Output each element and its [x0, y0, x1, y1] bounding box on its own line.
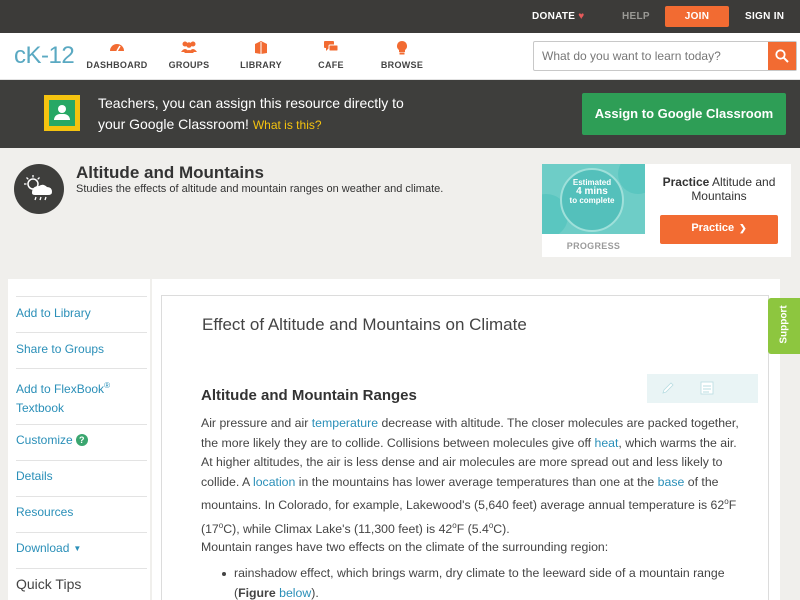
- help-link[interactable]: HELP: [622, 0, 650, 33]
- browse-icon: [367, 40, 437, 58]
- search-box: [533, 41, 797, 71]
- customize-label: Customize: [16, 433, 73, 447]
- list-item: rainshadow effect, which brings warm, dr…: [222, 564, 732, 600]
- article-tools: [647, 374, 758, 403]
- main-navigation: cK-12 DASHBOARD GROUPS LIBRARY CAFE BROW…: [0, 33, 800, 80]
- customize-link[interactable]: Customize?: [16, 431, 146, 450]
- bullet-dot: [222, 572, 226, 576]
- details-link[interactable]: Details: [16, 467, 146, 486]
- classroom-message-line1: Teachers, you can assign this resource d…: [98, 95, 404, 111]
- textbook-label: Textbook: [16, 401, 65, 415]
- nav-label: LIBRARY: [240, 60, 282, 70]
- nav-label: BROWSE: [380, 60, 424, 70]
- practice-button[interactable]: Practice ❯: [660, 215, 778, 244]
- download-link[interactable]: Download ▼: [16, 539, 146, 558]
- share-to-groups-link[interactable]: Share to Groups: [16, 340, 146, 359]
- estimated-time: Estimated 4 mins to complete: [562, 178, 622, 205]
- cafe-icon: [296, 40, 366, 58]
- classroom-message-line2: your Google Classroom!: [98, 116, 249, 132]
- concept-title: Altitude and Mountains: [76, 163, 264, 182]
- nav-label: CAFE: [318, 60, 344, 70]
- article-paragraph-1: Air pressure and air temperature decreas…: [201, 416, 739, 537]
- registered-mark: ®: [104, 381, 110, 390]
- logo-text: cK-12: [14, 42, 75, 69]
- chevron-right-icon: ❯: [739, 223, 747, 233]
- heat-link[interactable]: heat: [594, 436, 618, 450]
- search-button[interactable]: [768, 42, 796, 70]
- search-icon: [775, 49, 789, 63]
- what-is-this-link[interactable]: What is this?: [253, 118, 322, 132]
- practice-title-prefix: Practice: [662, 175, 710, 189]
- weather-icon: [14, 164, 64, 214]
- nav-browse[interactable]: BROWSE: [367, 40, 437, 70]
- quick-tips-heading[interactable]: Quick Tips: [16, 576, 81, 592]
- add-to-flexbook-link[interactable]: Add to FlexBook® Textbook: [16, 376, 146, 418]
- estimated-mins: 4 mins: [576, 186, 608, 197]
- google-classroom-icon: [44, 95, 80, 131]
- heart-icon: ♥: [578, 11, 585, 22]
- nav-groups[interactable]: GROUPS: [154, 40, 224, 70]
- resources-link[interactable]: Resources: [16, 503, 146, 522]
- donate-link[interactable]: DONATE ♥: [532, 0, 585, 33]
- left-sidebar: Add to Library Share to Groups Add to Fl…: [8, 279, 150, 600]
- sign-in-link[interactable]: SIGN IN: [745, 0, 784, 33]
- estimated-suffix: to complete: [569, 196, 615, 205]
- section-heading: Altitude and Mountain Ranges: [201, 387, 417, 404]
- download-label: Download: [16, 541, 70, 555]
- practice-card: Estimated 4 mins to complete PROGRESS Pr…: [542, 164, 791, 257]
- nav-label: DASHBOARD: [86, 60, 148, 70]
- nav-cafe[interactable]: CAFE: [296, 40, 366, 70]
- add-to-flexbook-label: Add to FlexBook: [16, 382, 105, 396]
- library-icon: [226, 40, 296, 58]
- add-to-library-link[interactable]: Add to Library: [16, 304, 146, 323]
- article-paragraph-2: Mountain ranges have two effects on the …: [201, 540, 609, 554]
- practice-button-label: Practice: [691, 222, 735, 234]
- classroom-message: Teachers, you can assign this resource d…: [98, 93, 538, 136]
- location-link[interactable]: location: [253, 475, 295, 489]
- google-classroom-banner: Teachers, you can assign this resource d…: [0, 80, 800, 148]
- join-button[interactable]: JOIN: [665, 6, 729, 27]
- pencil-icon[interactable]: [661, 381, 675, 395]
- article-title: Effect of Altitude and Mountains on Clim…: [202, 315, 527, 334]
- support-label: Support: [778, 305, 790, 344]
- dashboard-icon: [82, 40, 152, 58]
- top-utility-bar: DONATE ♥ HELP JOIN SIGN IN: [0, 0, 800, 33]
- base-link[interactable]: base: [658, 475, 685, 489]
- practice-progress-image: Estimated 4 mins to complete: [542, 164, 645, 234]
- support-tab[interactable]: Support: [768, 298, 800, 354]
- groups-icon: [154, 40, 224, 58]
- help-icon[interactable]: ?: [75, 434, 88, 446]
- notes-icon[interactable]: [700, 381, 714, 395]
- nav-dashboard[interactable]: DASHBOARD: [82, 40, 152, 70]
- concept-subtitle: Studies the effects of altitude and moun…: [76, 183, 444, 195]
- practice-title: Practice Altitude and Mountains: [654, 175, 784, 203]
- donate-label: DONATE: [532, 11, 576, 22]
- progress-label: PROGRESS: [566, 241, 621, 251]
- caret-down-icon: ▼: [73, 544, 82, 553]
- assign-to-google-classroom-button[interactable]: Assign to Google Classroom: [582, 93, 786, 135]
- temperature-link[interactable]: temperature: [312, 416, 378, 430]
- search-input[interactable]: [534, 42, 767, 70]
- figure-below-link[interactable]: below: [279, 586, 311, 600]
- nav-label: GROUPS: [168, 60, 210, 70]
- nav-library[interactable]: LIBRARY: [226, 40, 296, 70]
- ck12-logo[interactable]: cK-12: [14, 42, 75, 70]
